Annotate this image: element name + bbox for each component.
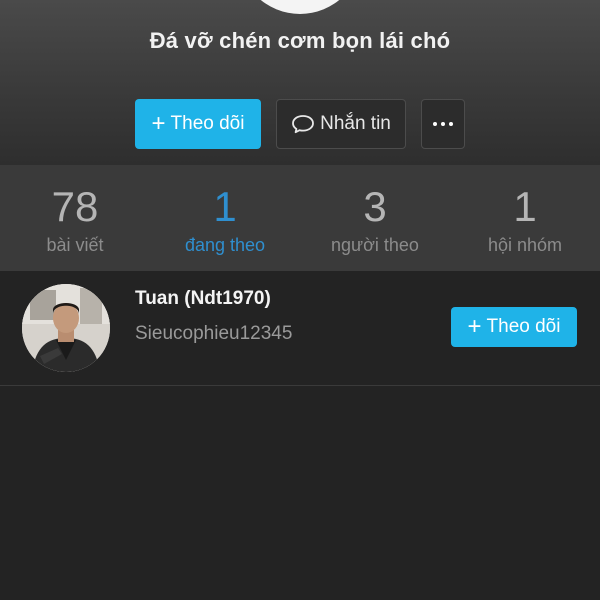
stat-label: đang theo (184, 235, 266, 255)
stat-label: người theo (331, 235, 419, 255)
more-options-button[interactable] (421, 99, 465, 149)
stat-count: 1 (513, 183, 537, 230)
stat-count: 1 (213, 183, 237, 230)
follow-user-button-label: Theo dõi (486, 316, 561, 337)
stat-label: bài viết (46, 235, 104, 255)
stat-following[interactable]: 1 đang theo (150, 165, 300, 271)
stat-label: hội nhóm (487, 235, 563, 255)
chat-bubble-icon (291, 114, 315, 134)
stat-count: 78 (51, 183, 99, 230)
message-button-label: Nhắn tin (320, 113, 391, 134)
plus-icon: + (467, 313, 482, 340)
profile-header: Đá vỡ chén cơm bọn lái chó + Theo dõi Nh… (0, 0, 600, 165)
follow-button-label: Theo dõi (170, 113, 245, 134)
list-item[interactable]: Tuan (Ndt1970) Sieucophieu12345 + Theo d… (0, 271, 600, 386)
avatar[interactable] (22, 284, 110, 372)
stat-posts[interactable]: 78 bài viết (0, 165, 150, 271)
profile-name: Đá vỡ chén cơm bọn lái chó (149, 28, 451, 53)
profile-avatar[interactable] (238, 0, 362, 14)
message-button[interactable]: Nhắn tin (276, 99, 406, 149)
stat-groups[interactable]: 1 hội nhóm (450, 165, 600, 271)
stat-count: 3 (363, 183, 387, 230)
profile-screen: Đá vỡ chén cơm bọn lái chó + Theo dõi Nh… (0, 0, 600, 600)
more-dots-icon (433, 122, 453, 126)
stat-followers[interactable]: 3 người theo (300, 165, 450, 271)
following-list: Tuan (Ndt1970) Sieucophieu12345 + Theo d… (0, 271, 600, 386)
follow-user-button[interactable]: + Theo dõi (451, 307, 577, 347)
stats-bar: 78 bài viết 1 đang theo 3 người theo 1 h… (0, 165, 600, 271)
user-handle: Sieucophieu12345 (135, 323, 293, 344)
follow-button[interactable]: + Theo dõi (135, 99, 261, 149)
plus-icon: + (151, 110, 166, 137)
user-name[interactable]: Tuan (Ndt1970) (135, 288, 271, 310)
